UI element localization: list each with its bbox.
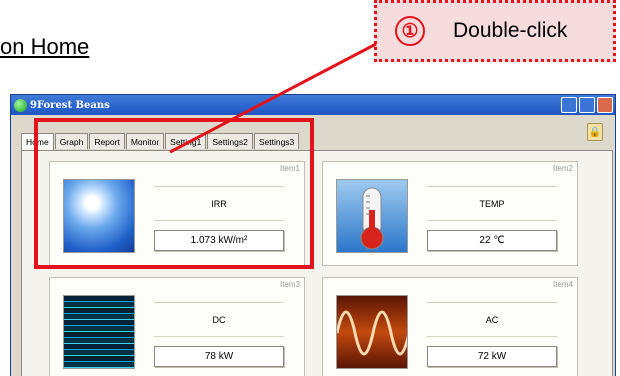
callout-leader-line	[169, 42, 377, 154]
